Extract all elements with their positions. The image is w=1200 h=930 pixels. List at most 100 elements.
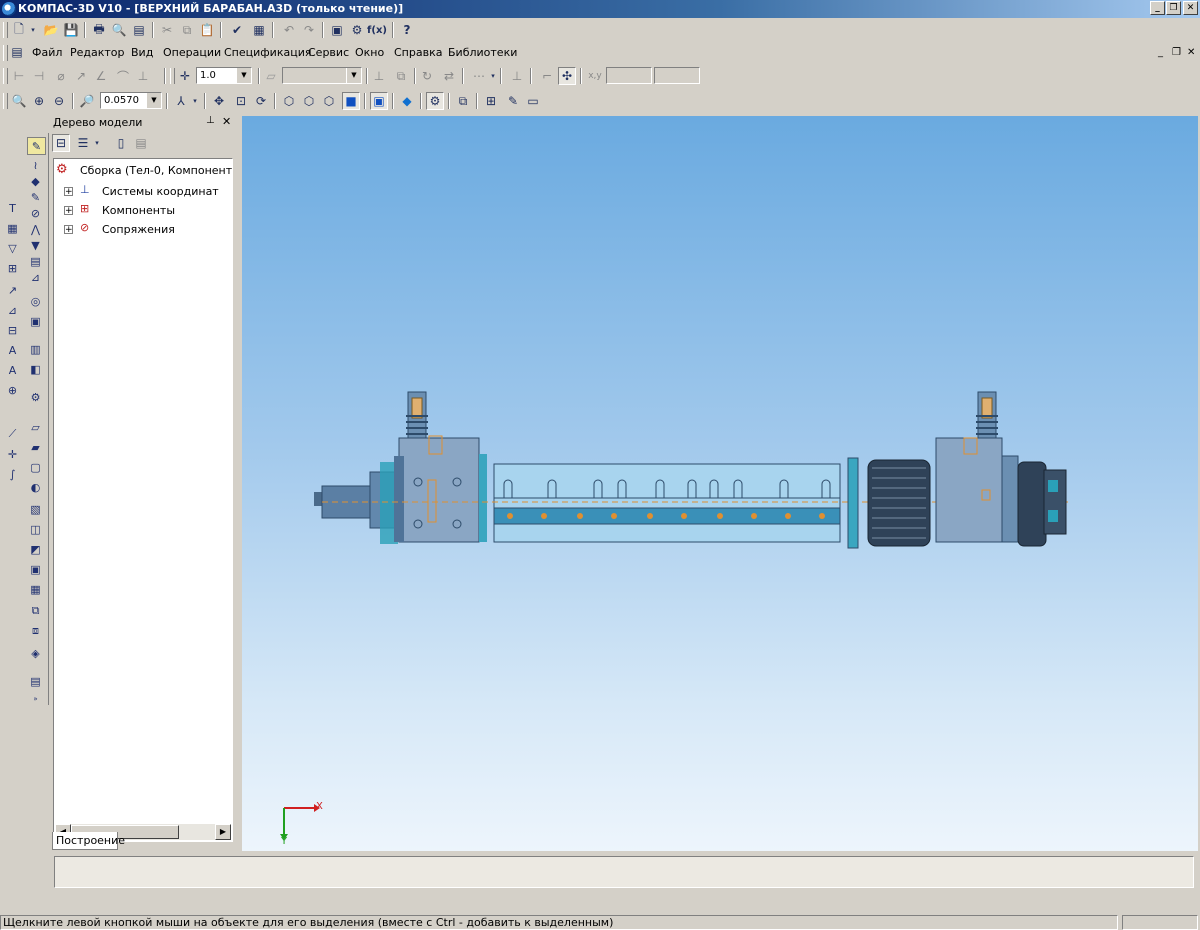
roughness-icon[interactable]: ▽ bbox=[4, 240, 21, 256]
chevron-down-icon[interactable]: ▼ bbox=[146, 93, 161, 108]
print-setup-icon[interactable]: ▤ bbox=[130, 21, 148, 39]
zoom-frame-icon[interactable]: ⧉ bbox=[392, 67, 410, 85]
pin-icon[interactable]: ✎ bbox=[27, 189, 44, 205]
expand-icon[interactable]: + bbox=[64, 225, 73, 235]
menu-help[interactable]: Справка bbox=[394, 46, 442, 59]
sphere-icon[interactable]: ◐ bbox=[27, 479, 44, 495]
cut-icon[interactable]: ✂ bbox=[158, 21, 176, 39]
chamfer-icon[interactable]: ◫ bbox=[27, 521, 44, 537]
scroll-right-icon[interactable]: ▶ bbox=[215, 824, 231, 840]
dim-radius-icon[interactable]: ↗ bbox=[72, 67, 90, 85]
curve-icon[interactable]: ∫ bbox=[4, 466, 21, 482]
minimize-button[interactable]: _ bbox=[1150, 1, 1165, 15]
maximize-button[interactable]: ❐ bbox=[1166, 1, 1181, 15]
step-combo[interactable]: 1.0 ▼ bbox=[196, 67, 252, 84]
library-icon[interactable]: ▤ bbox=[27, 673, 44, 689]
child-minimize-button[interactable]: _ bbox=[1158, 47, 1163, 58]
child-close-button[interactable]: ✕ bbox=[1187, 47, 1195, 58]
tree-item-components[interactable]: + ⊞ Компоненты bbox=[64, 202, 232, 219]
spring-icon[interactable]: ≀ bbox=[27, 157, 44, 173]
hidden-lines-icon[interactable]: ⬡ bbox=[300, 92, 318, 110]
add-component-icon[interactable]: ▣ bbox=[27, 313, 44, 329]
child-restore-button[interactable]: ❐ bbox=[1172, 47, 1181, 58]
redo-icon[interactable]: ↷ bbox=[300, 21, 318, 39]
save-icon[interactable]: 💾 bbox=[62, 21, 80, 39]
cross-icon[interactable]: ✛ bbox=[4, 446, 21, 462]
paste-icon[interactable]: 📋 bbox=[198, 21, 216, 39]
polyline-icon[interactable]: ⌐ bbox=[538, 67, 556, 85]
table-icon[interactable]: ▦ bbox=[4, 220, 21, 236]
shaded-edges-icon[interactable]: ▣ bbox=[370, 92, 388, 110]
edit-assembly-icon[interactable]: ✎ bbox=[27, 137, 46, 155]
panel-icon[interactable]: ▭ bbox=[524, 92, 542, 110]
filter-icon[interactable]: ▼ bbox=[27, 237, 44, 253]
zoom-combo[interactable]: 0.0570 ▼ bbox=[100, 92, 162, 109]
properties-icon[interactable]: ✔ bbox=[228, 21, 246, 39]
tree-view-dropdown-icon[interactable]: ▾ bbox=[92, 134, 102, 152]
position-icon[interactable]: ⊟ bbox=[4, 322, 21, 338]
layer-icon[interactable]: ▱ bbox=[262, 67, 280, 85]
more-icon[interactable]: » bbox=[27, 691, 44, 707]
pin-icon[interactable]: ⊥ bbox=[206, 115, 215, 126]
menu-specification[interactable]: Спецификация bbox=[224, 46, 311, 59]
base-icon[interactable]: ⊞ bbox=[4, 260, 21, 276]
perspective-icon[interactable]: ◆ bbox=[398, 92, 416, 110]
model-tree[interactable]: ⚙ Сборка (Тел-0, Компонентов-27) + ⊥ Сис… bbox=[53, 158, 233, 842]
menu-view[interactable]: Вид bbox=[131, 46, 153, 59]
tools-icon[interactable]: ✎ bbox=[504, 92, 522, 110]
menu-file[interactable]: Файл bbox=[32, 46, 62, 59]
orientation-dropdown-icon[interactable]: ▾ bbox=[190, 92, 200, 110]
manager-icon[interactable]: ▣ bbox=[328, 21, 346, 39]
hidden-thin-icon[interactable]: ⬡ bbox=[320, 92, 338, 110]
document-icon[interactable]: ▤ bbox=[8, 43, 26, 61]
step-cursor-icon[interactable]: ✛ bbox=[176, 67, 194, 85]
box-icon[interactable]: ▢ bbox=[27, 459, 44, 475]
grid-dropdown-icon[interactable]: ▾ bbox=[488, 67, 498, 85]
copy-geometry-icon[interactable]: ⧉ bbox=[27, 603, 44, 619]
zoom-in-icon[interactable]: ⊕ bbox=[30, 92, 48, 110]
zoom-scale-icon[interactable]: 🔎 bbox=[78, 92, 96, 110]
clip-icon[interactable]: ⊘ bbox=[27, 205, 44, 221]
dim-diameter-icon[interactable]: ⌀ bbox=[52, 67, 70, 85]
coords-icon[interactable]: x,y bbox=[586, 67, 604, 85]
mate-icon[interactable]: ⚙ bbox=[27, 389, 44, 405]
zoom-in-window-icon[interactable]: 🔍 bbox=[10, 92, 28, 110]
tree-item-coordinate-systems[interactable]: + ⊥ Системы координат bbox=[64, 183, 232, 200]
chevron-down-icon[interactable]: ▼ bbox=[236, 68, 251, 83]
toolbar-grip[interactable] bbox=[3, 22, 8, 38]
grid-icon[interactable]: ⋯ bbox=[470, 67, 488, 85]
mark-icon[interactable]: A bbox=[4, 342, 21, 358]
print-icon[interactable]: 🖶 bbox=[90, 21, 108, 39]
revolve-icon[interactable]: ▰ bbox=[27, 439, 44, 455]
measure-icon[interactable]: ⊿ bbox=[27, 269, 44, 285]
tree-structure-icon[interactable]: ⊟ bbox=[52, 134, 70, 152]
menu-window[interactable]: Окно bbox=[355, 46, 384, 59]
open-file-icon[interactable]: 📂 bbox=[42, 21, 60, 39]
extrude-icon[interactable]: ▱ bbox=[27, 419, 44, 435]
tolerance-icon[interactable]: ⊿ bbox=[4, 302, 21, 318]
model-viewport[interactable]: X Y bbox=[242, 116, 1198, 851]
dim-chain-icon[interactable]: ⊣ bbox=[30, 67, 48, 85]
dim-linear-icon[interactable]: ⊢ bbox=[10, 67, 28, 85]
tree-properties-icon[interactable]: ▯ bbox=[112, 134, 130, 152]
expand-icon[interactable]: + bbox=[64, 206, 73, 216]
menu-edit[interactable]: Редактор bbox=[70, 46, 125, 59]
dim-height-icon[interactable]: ⊥ bbox=[134, 67, 152, 85]
leader-icon[interactable]: ↗ bbox=[4, 282, 21, 298]
coord-x-field[interactable] bbox=[606, 67, 652, 84]
tab-construction[interactable]: Построение bbox=[52, 832, 125, 850]
display-settings-icon[interactable]: ⚙ bbox=[426, 92, 444, 110]
part-icon[interactable]: ◆ bbox=[27, 173, 44, 189]
local-cs-icon[interactable]: ⊥ bbox=[370, 67, 388, 85]
function-icon[interactable]: f(x) bbox=[367, 21, 387, 39]
dim-arc-icon[interactable]: ⌒ bbox=[114, 67, 132, 85]
zoom-out-icon[interactable]: ⊖ bbox=[50, 92, 68, 110]
dim-angle-icon[interactable]: ∠ bbox=[92, 67, 110, 85]
menu-service[interactable]: Сервис bbox=[308, 46, 349, 59]
close-icon[interactable]: ✕ bbox=[222, 115, 231, 128]
filter-icon[interactable]: ⊞ bbox=[482, 92, 500, 110]
tree-settings-icon[interactable]: ▤ bbox=[132, 134, 150, 152]
section-icon[interactable]: ⧉ bbox=[454, 92, 472, 110]
new-component-icon[interactable]: ▥ bbox=[27, 341, 44, 357]
print-preview-icon[interactable]: 🔍 bbox=[110, 21, 128, 39]
